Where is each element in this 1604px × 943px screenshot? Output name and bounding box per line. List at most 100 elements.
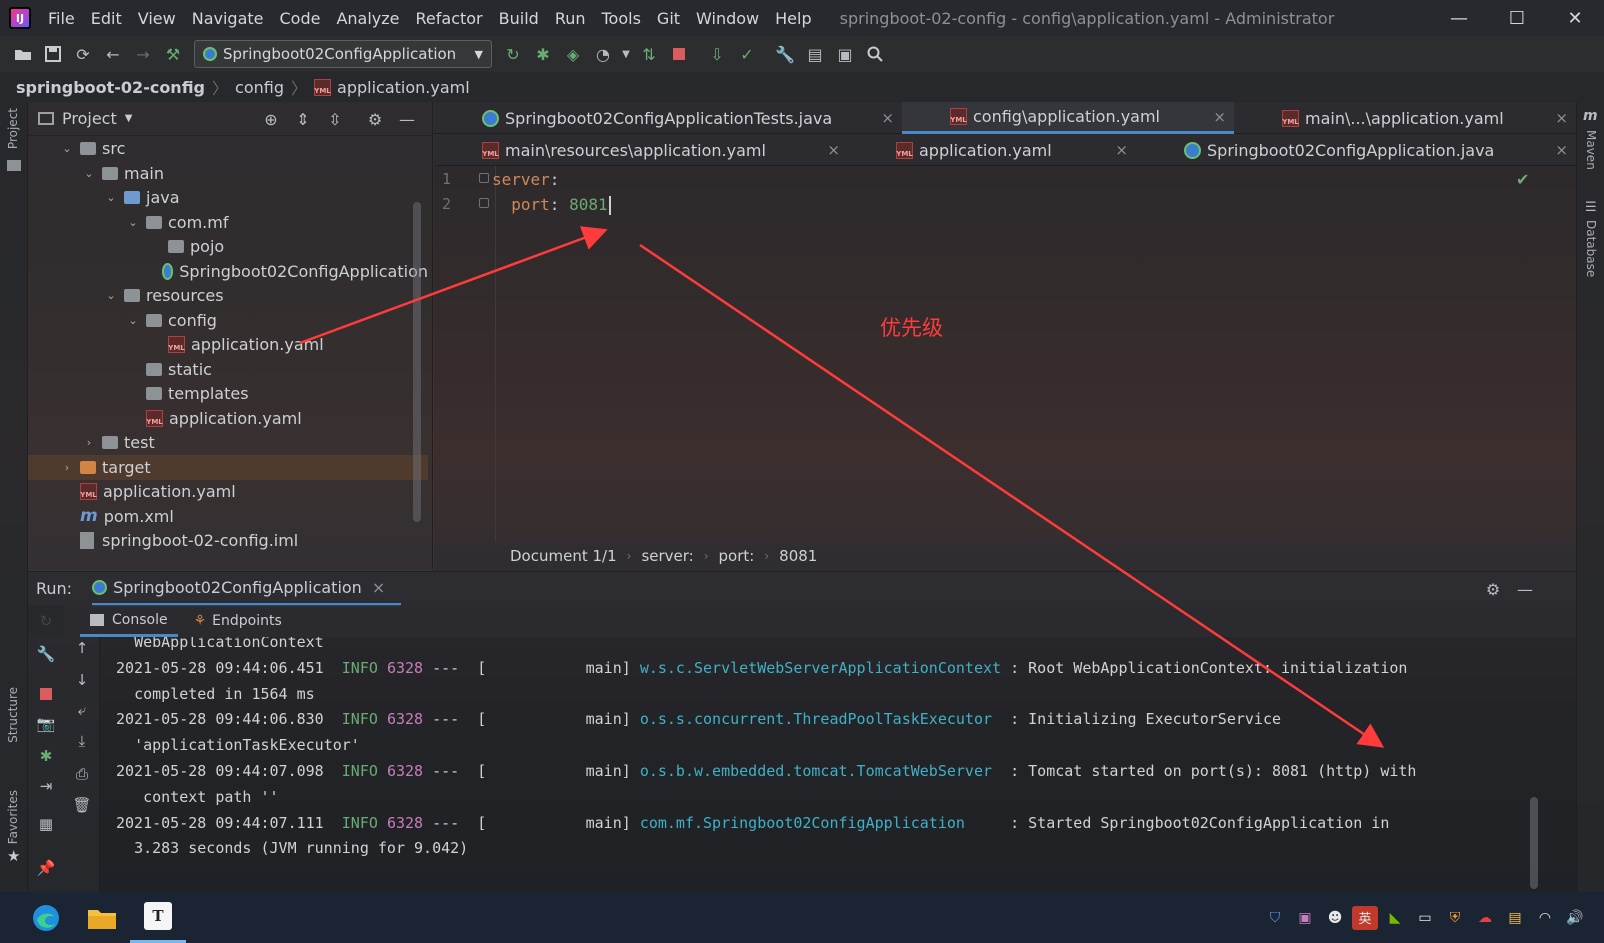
security-icon[interactable]: ⛨ xyxy=(1442,906,1468,930)
tree-item[interactable]: ⌄ com.mf xyxy=(28,210,428,235)
editor-crumb[interactable]: server: xyxy=(641,547,693,565)
breadcrumb-project[interactable]: springboot-02-config xyxy=(16,78,205,97)
gear-icon[interactable]: ⚙ xyxy=(1482,578,1504,600)
run-configuration-select[interactable]: Springboot02ConfigApplication ▼ xyxy=(194,40,492,68)
tree-item[interactable]: springboot-02-config.iml xyxy=(28,528,428,553)
tree-item[interactable]: ⌄ config xyxy=(28,308,428,333)
intellij-logo-icon[interactable]: IJ xyxy=(9,7,31,29)
soft-wrap-icon[interactable]: ⤶ xyxy=(71,699,93,721)
back-icon[interactable]: ← xyxy=(98,40,128,68)
save-icon[interactable] xyxy=(38,40,68,68)
hide-panel-icon[interactable]: — xyxy=(396,108,418,130)
stop-icon[interactable] xyxy=(35,683,57,705)
menu-refactor[interactable]: Refactor xyxy=(408,9,491,28)
fold-marker-icon[interactable] xyxy=(479,173,489,183)
close-icon[interactable]: × xyxy=(1555,141,1568,159)
endpoints-tab[interactable]: ⚘ Endpoints xyxy=(194,613,282,629)
search-icon[interactable] xyxy=(860,40,890,68)
editor-tab[interactable]: Springboot02ConfigApplication.java × xyxy=(1136,134,1576,166)
menu-build[interactable]: Build xyxy=(491,9,547,28)
menu-code[interactable]: Code xyxy=(272,9,329,28)
scroll-up-icon[interactable]: ↑ xyxy=(71,637,93,659)
expand-all-icon[interactable]: ⇕ xyxy=(292,108,314,130)
tree-toggle-icon[interactable]: ⌄ xyxy=(82,167,96,180)
pin-icon[interactable]: 📌 xyxy=(35,857,57,879)
scroll-to-end-icon[interactable]: ⤓ xyxy=(71,730,93,752)
battery-icon[interactable]: ▭ xyxy=(1412,906,1438,930)
intellij-tray-icon[interactable]: ▣ xyxy=(1292,906,1318,930)
menu-edit[interactable]: Edit xyxy=(83,9,130,28)
close-window-button[interactable]: ✕ xyxy=(1546,0,1604,36)
menu-run[interactable]: Run xyxy=(547,9,594,28)
tree-item[interactable]: ⌄ src xyxy=(28,136,428,161)
scroll-down-icon[interactable]: ↓ xyxy=(71,669,93,691)
editor-tab[interactable]: YML config\application.yaml × xyxy=(902,102,1234,134)
code-editor[interactable]: 1 2 server: port: 8081 ✔ xyxy=(434,166,1576,541)
breadcrumb-file[interactable]: application.yaml xyxy=(337,78,470,97)
cloud-icon[interactable]: ☁ xyxy=(1472,906,1498,930)
forward-icon[interactable]: → xyxy=(128,40,158,68)
tree-item[interactable]: YML application.yaml xyxy=(28,479,428,504)
build-hammer-icon[interactable]: ⚒ xyxy=(158,40,188,68)
console-tab[interactable]: Console xyxy=(80,605,178,637)
open-folder-icon[interactable] xyxy=(8,40,38,68)
close-icon[interactable]: × xyxy=(827,141,840,159)
sync-icon[interactable]: ⟳ xyxy=(68,40,98,68)
tray-app-icon[interactable]: ▤ xyxy=(1502,906,1528,930)
run-tab[interactable]: Springboot02ConfigApplication × xyxy=(92,572,402,606)
breadcrumb-folder[interactable]: config xyxy=(235,78,284,97)
tree-item[interactable]: YML application.yaml xyxy=(28,332,428,357)
settings-wrench-icon[interactable]: 🔧 xyxy=(770,40,800,68)
close-icon[interactable]: × xyxy=(1213,108,1226,126)
close-icon[interactable]: × xyxy=(881,109,894,127)
tree-toggle-icon[interactable]: ⌄ xyxy=(104,191,118,204)
tree-item[interactable]: Springboot02ConfigApplication xyxy=(28,259,428,284)
menu-help[interactable]: Help xyxy=(767,9,819,28)
nvidia-icon[interactable]: ◣ xyxy=(1382,906,1408,930)
volume-icon[interactable]: 🔊 xyxy=(1562,906,1588,930)
print-icon[interactable]: ⎙ xyxy=(71,763,93,785)
tree-item[interactable]: › target xyxy=(28,454,428,480)
tree-item[interactable]: YML application.yaml xyxy=(28,406,428,431)
shield-icon[interactable]: ⛉ xyxy=(1262,906,1288,930)
tree-item[interactable]: ⌄ main xyxy=(28,161,428,186)
camera-icon[interactable]: 📷 xyxy=(35,713,57,735)
rerun-icon[interactable]: ↻ xyxy=(498,40,528,68)
log-logger[interactable]: o.s.b.w.embedded.tomcat.TomcatWebServer xyxy=(640,762,1001,780)
debug-bug-icon[interactable]: ✱ xyxy=(35,745,57,767)
editor-tab[interactable]: YML main\...\application.yaml × xyxy=(1234,102,1576,134)
tree-item[interactable]: templates xyxy=(28,381,428,406)
chevron-down-icon[interactable]: ▼ xyxy=(125,113,133,124)
more-run-icon[interactable]: ▼ xyxy=(618,40,634,68)
login-icon[interactable]: ⇥ xyxy=(35,775,57,797)
menu-git[interactable]: Git xyxy=(649,9,688,28)
tree-item[interactable]: ⌄ java xyxy=(28,185,428,210)
database-tool-button[interactable]: Database xyxy=(1584,220,1598,277)
project-view-selector[interactable]: Project xyxy=(62,109,117,128)
close-icon[interactable]: × xyxy=(372,578,385,597)
editor-tab[interactable]: YML main\resources\application.yaml × xyxy=(434,134,848,166)
tree-toggle-icon[interactable]: ⌄ xyxy=(126,314,140,327)
locate-file-icon[interactable]: ⊕ xyxy=(260,108,282,130)
tree-toggle-icon[interactable]: › xyxy=(82,436,96,449)
menu-analyze[interactable]: Analyze xyxy=(328,9,407,28)
tree-scrollbar[interactable] xyxy=(413,202,421,522)
layout-icon[interactable]: ▦ xyxy=(35,813,57,835)
maximize-button[interactable]: ☐ xyxy=(1488,0,1546,36)
git-update-icon[interactable]: ⇩ xyxy=(702,40,732,68)
close-icon[interactable]: × xyxy=(1115,141,1128,159)
editor-tab[interactable]: YML application.yaml × xyxy=(848,134,1136,166)
menu-window[interactable]: Window xyxy=(688,9,767,28)
hide-panel-icon[interactable]: — xyxy=(1514,578,1536,600)
log-logger[interactable]: o.s.s.concurrent.ThreadPoolTaskExecutor xyxy=(640,710,1001,728)
editor-crumb[interactable]: port: xyxy=(719,547,755,565)
wifi-icon[interactable]: ◠ xyxy=(1532,906,1558,930)
gear-icon[interactable]: ⚙ xyxy=(364,108,386,130)
attach-debugger-icon[interactable]: ⇅ xyxy=(634,40,664,68)
terminal-icon[interactable]: ▣ xyxy=(830,40,860,68)
edge-icon[interactable] xyxy=(18,892,74,943)
fold-marker-icon[interactable] xyxy=(479,198,489,208)
coverage-icon[interactable]: ◈ xyxy=(558,40,588,68)
menu-view[interactable]: View xyxy=(130,9,184,28)
tree-item[interactable]: pojo xyxy=(28,234,428,259)
